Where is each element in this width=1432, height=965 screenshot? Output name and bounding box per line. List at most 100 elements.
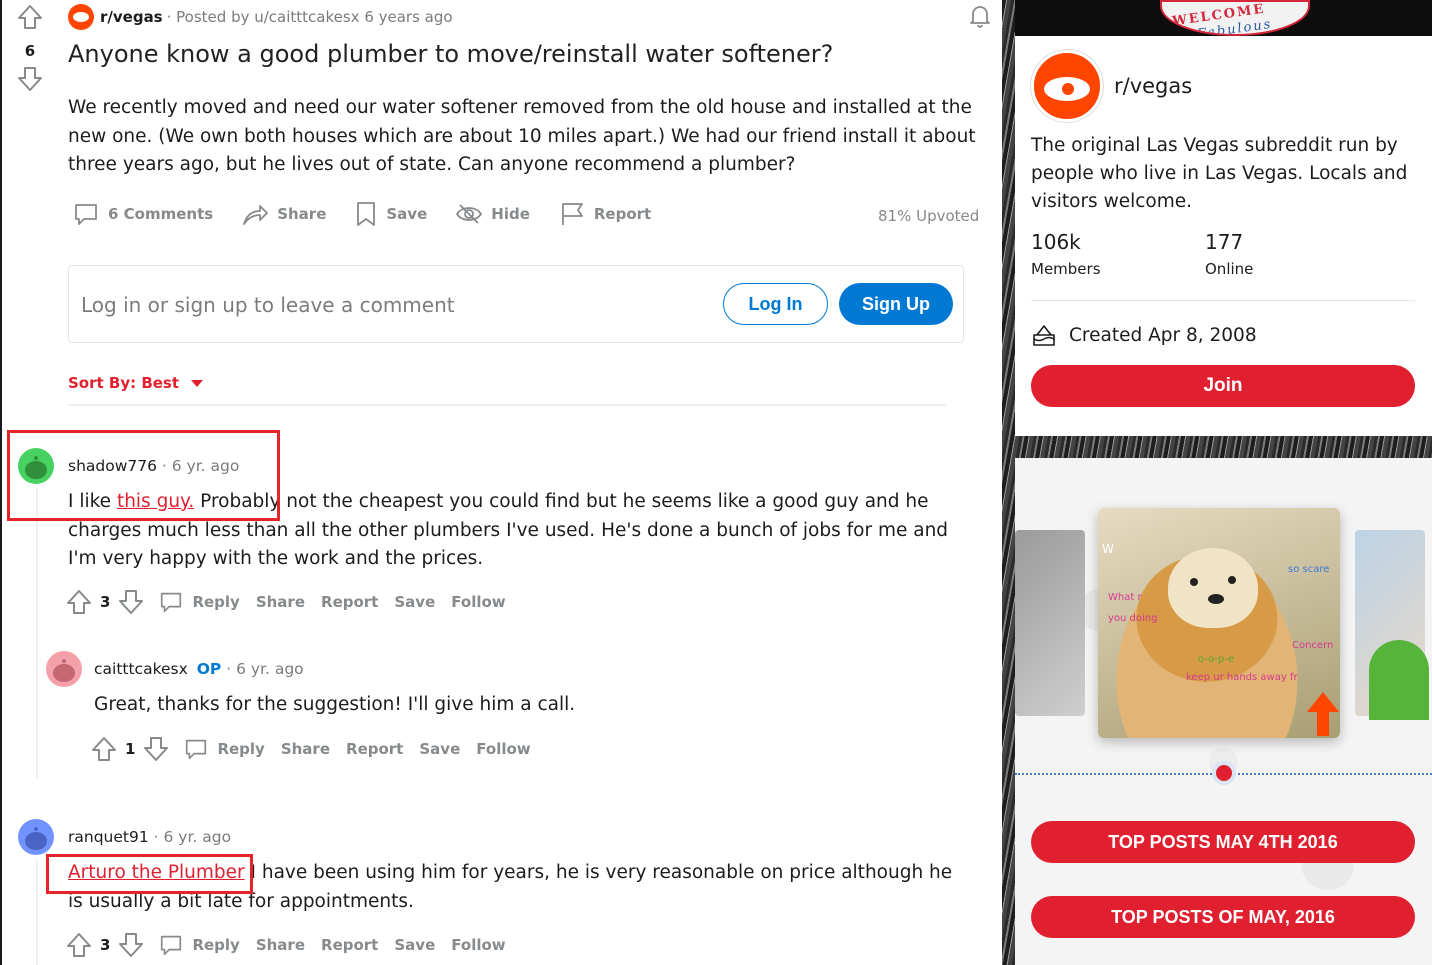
online-count: 177 [1205, 230, 1244, 254]
online-label: Online [1205, 260, 1254, 278]
comment-body: Great, thanks for the suggestion! I'll g… [94, 694, 576, 715]
save-button[interactable]: Save [354, 200, 427, 228]
meme-text: o-o-p-e [1198, 654, 1235, 665]
comment-icon [186, 739, 207, 760]
bell-icon[interactable] [967, 2, 993, 28]
subreddit-name[interactable]: r/vegas [1114, 74, 1192, 98]
caret-down-icon [191, 379, 204, 387]
downvote-icon[interactable] [17, 66, 43, 92]
subreddit-link[interactable]: r/vegas [100, 8, 163, 26]
follow-button[interactable]: Follow [451, 593, 505, 611]
post-panel: 6 r/vegas · Posted by u/caitttcakesx 6 y… [0, 0, 1002, 965]
meme-text: Concern [1292, 640, 1334, 651]
share-button[interactable]: Share [256, 593, 305, 611]
comment-time: · 6 yr. ago [153, 828, 232, 846]
avatar[interactable] [18, 819, 54, 855]
follow-button[interactable]: Follow [476, 740, 530, 758]
save-button[interactable]: Save [394, 936, 435, 954]
top-posts-month-button[interactable]: TOP POSTS OF MAY, 2016 [1031, 896, 1415, 938]
subreddit-about-card: r/vegas The original Las Vegas subreddit… [1015, 36, 1432, 436]
upvote-icon[interactable] [66, 932, 92, 958]
thread-line[interactable] [36, 860, 38, 965]
report-button[interactable]: Report [346, 740, 403, 758]
post-actions: 6 Comments Share Save Hide Report [72, 200, 679, 228]
avatar[interactable] [46, 651, 82, 687]
reply-button[interactable]: Reply [183, 736, 265, 762]
hide-label: Hide [491, 205, 530, 223]
subreddit-icon[interactable] [1031, 50, 1103, 122]
comment-actions: 3 Reply Share Report Save Follow [66, 932, 506, 958]
carousel-indicator[interactable] [1212, 761, 1236, 785]
comment-author[interactable]: caitttcakesx [94, 660, 188, 678]
upvote-icon[interactable] [66, 589, 92, 615]
doge-meme-image[interactable]: W so scare What r you doing Concern o-o-… [1098, 508, 1340, 738]
comment-vote-count: 1 [125, 740, 136, 758]
comment-icon [161, 935, 182, 956]
divider [1031, 300, 1415, 301]
created-date: Created Apr 8, 2008 [1031, 322, 1257, 348]
reply-button[interactable]: Reply [158, 932, 240, 958]
annotation-highlight-box [46, 854, 253, 894]
post-vote-column: 6 [16, 4, 44, 96]
report-label: Report [593, 205, 652, 223]
save-button[interactable]: Save [419, 740, 460, 758]
upvote-icon[interactable] [17, 4, 43, 30]
reply-label: Reply [217, 740, 265, 758]
post-title: Anyone know a good plumber to move/reins… [68, 40, 834, 68]
comment-header: ranquet91 · 6 yr. ago [68, 828, 231, 846]
comment-time: · 6 yr. ago [226, 660, 304, 678]
upvote-ratio: 81% Upvoted [878, 207, 980, 225]
doge-eye [1228, 576, 1236, 584]
thread-line[interactable] [36, 488, 38, 778]
follow-button[interactable]: Follow [451, 936, 505, 954]
comments-label: 6 Comments [108, 205, 214, 223]
members-label: Members [1031, 260, 1101, 278]
downvote-icon[interactable] [143, 736, 169, 762]
flag-icon [561, 203, 583, 225]
login-button[interactable]: Log In [723, 283, 828, 325]
post-body: We recently moved and need our water sof… [68, 97, 976, 175]
comment-author[interactable]: ranquet91 [68, 828, 149, 846]
posted-by: · Posted by u/caitttcakesx 6 years ago [166, 8, 453, 26]
report-button[interactable]: Report [321, 593, 378, 611]
comment-login-box: Log in or sign up to leave a comment Log… [68, 265, 964, 343]
meme-text: so scare [1288, 564, 1330, 575]
downvote-icon[interactable] [118, 589, 144, 615]
hide-button[interactable]: Hide [455, 200, 530, 228]
share-icon [243, 205, 269, 225]
report-button[interactable]: Report [321, 936, 378, 954]
post-vote-count: 6 [24, 42, 36, 60]
post-meta: r/vegas · Posted by u/caitttcakesx 6 yea… [68, 4, 453, 30]
comment-actions: 3 Reply Share Report Save Follow [66, 589, 506, 615]
share-button[interactable]: Share [241, 200, 326, 228]
comment-vote-count: 3 [100, 936, 111, 954]
comments-button[interactable]: 6 Comments [72, 200, 213, 228]
arrow-up-icon [1307, 692, 1339, 736]
subreddit-icon[interactable] [68, 4, 94, 30]
comment-icon [161, 592, 182, 613]
comment-vote-count: 3 [100, 593, 111, 611]
carousel-slide-next[interactable] [1355, 530, 1429, 720]
doge-face [1168, 548, 1258, 628]
save-button[interactable]: Save [394, 593, 435, 611]
meme-text: you doing [1108, 613, 1158, 624]
hide-eye-icon [456, 204, 483, 224]
op-badge: OP [196, 660, 222, 678]
share-label: Share [277, 205, 327, 223]
share-button[interactable]: Share [281, 740, 330, 758]
carousel-slide-prev[interactable] [1015, 530, 1085, 716]
save-label: Save [386, 205, 428, 223]
doge-nose [1208, 594, 1224, 604]
created-label: Created Apr 8, 2008 [1069, 324, 1257, 346]
signup-button[interactable]: Sign Up [839, 283, 953, 325]
share-button[interactable]: Share [256, 936, 305, 954]
join-button[interactable]: Join [1031, 365, 1415, 407]
meme-text: keep ur hands away fr [1186, 672, 1298, 683]
upvote-icon[interactable] [91, 736, 117, 762]
sort-dropdown[interactable]: Sort By: Best [68, 374, 204, 392]
reply-button[interactable]: Reply [158, 589, 240, 615]
report-button[interactable]: Report [558, 200, 651, 228]
downvote-icon[interactable] [118, 932, 144, 958]
members-count: 106k [1031, 230, 1081, 254]
top-posts-day-button[interactable]: TOP POSTS MAY 4TH 2016 [1031, 821, 1415, 863]
